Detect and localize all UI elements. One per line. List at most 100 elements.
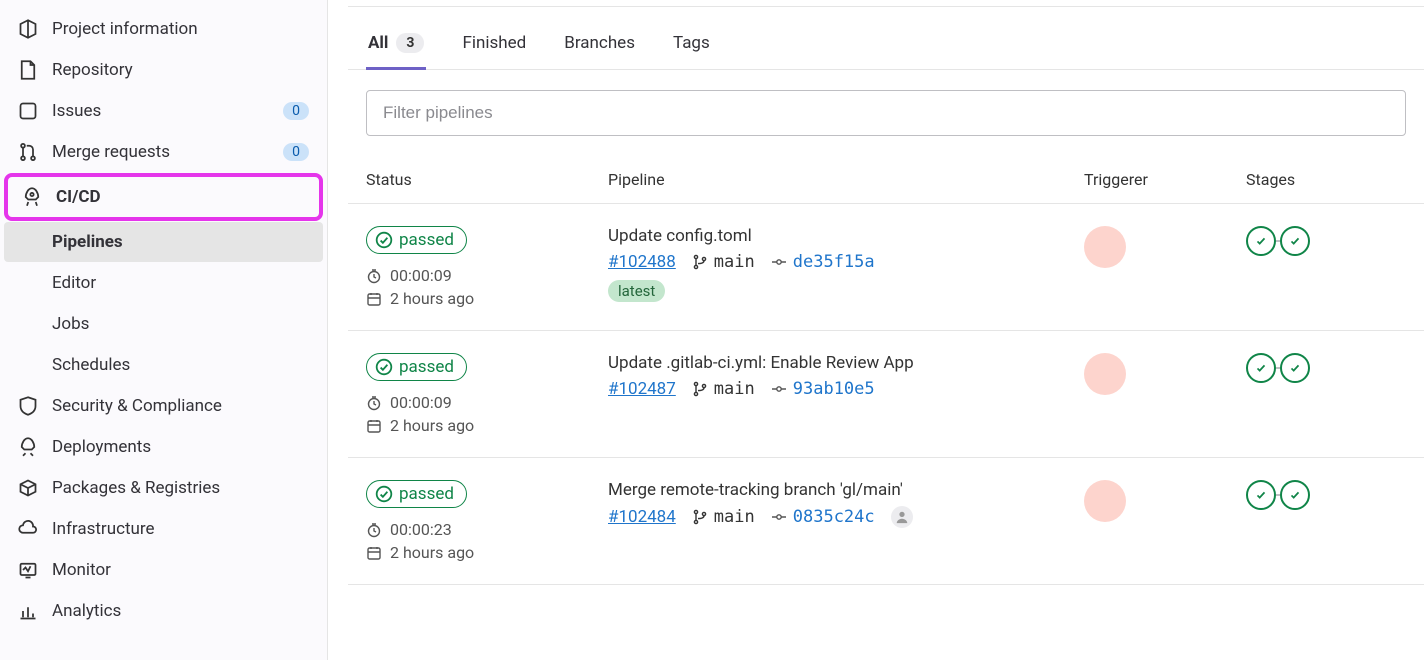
project-icon (18, 19, 38, 39)
calendar-icon (366, 291, 382, 307)
pipeline-row: passed 00:00:09 2 hours ago Update confi… (348, 204, 1424, 331)
tab-tags[interactable]: Tags (671, 19, 712, 70)
tab-label: All (368, 33, 388, 53)
status-passed-icon (375, 358, 393, 376)
pipeline-id-link[interactable]: #102488 (608, 252, 676, 272)
tab-label: Branches (564, 33, 635, 53)
duration: 00:00:09 (390, 393, 452, 412)
rocket-icon (22, 187, 42, 207)
pipeline-id-link[interactable]: #102487 (608, 379, 676, 399)
stage-2[interactable] (1280, 226, 1310, 256)
sidebar-item-label: Pipelines (52, 232, 309, 252)
issues-count-badge: 0 (283, 102, 309, 120)
sidebar-item-project-info[interactable]: Project information (4, 9, 323, 49)
branch-ref[interactable]: main (692, 379, 755, 399)
sidebar-sub-schedules[interactable]: Schedules (4, 345, 323, 385)
table-header: Status Pipeline Triggerer Stages (348, 156, 1424, 204)
status-badge[interactable]: passed (366, 353, 467, 381)
tab-label: Finished (462, 33, 526, 53)
branch-name: main (714, 507, 755, 527)
stage-1[interactable] (1246, 480, 1276, 510)
sidebar-item-merge-requests[interactable]: Merge requests 0 (4, 132, 323, 172)
main-content: All 3 Finished Branches Tags Status Pipe… (328, 0, 1424, 660)
deploy-icon (18, 437, 38, 457)
status-label: passed (399, 230, 454, 250)
filter-row (348, 70, 1424, 156)
sidebar-item-issues[interactable]: Issues 0 (4, 91, 323, 131)
sidebar-item-packages[interactable]: Packages & Registries (4, 468, 323, 508)
sidebar-sub-jobs[interactable]: Jobs (4, 304, 323, 344)
stage-2[interactable] (1280, 480, 1310, 510)
tab-all[interactable]: All 3 (366, 19, 426, 70)
status-badge[interactable]: passed (366, 226, 467, 254)
merge-request-icon (18, 142, 38, 162)
branch-icon (692, 254, 708, 270)
stage-1[interactable] (1246, 226, 1276, 256)
commit-sha: 93ab10e5 (793, 379, 875, 399)
pipeline-stages (1246, 226, 1406, 256)
commit-icon (771, 509, 787, 525)
time-ago: 2 hours ago (390, 416, 474, 435)
pipeline-id-link[interactable]: #102484 (608, 507, 676, 527)
calendar-icon (366, 418, 382, 434)
sidebar-item-label: Analytics (52, 601, 309, 621)
sidebar-item-label: Monitor (52, 560, 309, 580)
status-passed-icon (375, 485, 393, 503)
branch-ref[interactable]: main (692, 252, 755, 272)
issues-icon (18, 101, 38, 121)
status-badge[interactable]: passed (366, 480, 467, 508)
sidebar-item-deployments[interactable]: Deployments (4, 427, 323, 467)
sidebar-item-security[interactable]: Security & Compliance (4, 386, 323, 426)
time-ago: 2 hours ago (390, 543, 474, 562)
commit-link[interactable]: 93ab10e5 (771, 379, 875, 399)
pipeline-row: passed 00:00:23 2 hours ago Merge remote… (348, 458, 1424, 585)
stopwatch-icon (366, 268, 382, 284)
sidebar-item-monitor[interactable]: Monitor (4, 550, 323, 590)
commit-link[interactable]: de35f15a (771, 252, 875, 272)
stopwatch-icon (366, 395, 382, 411)
sidebar-item-label: Repository (52, 60, 309, 80)
branch-ref[interactable]: main (692, 507, 755, 527)
pipeline-row: passed 00:00:09 2 hours ago Update .gitl… (348, 331, 1424, 458)
commit-link[interactable]: 0835c24c (771, 507, 875, 527)
triggerer-avatar[interactable] (1084, 226, 1126, 268)
sidebar-sub-editor[interactable]: Editor (4, 263, 323, 303)
status-label: passed (399, 484, 454, 504)
sidebar: Project information Repository Issues 0 … (0, 0, 328, 660)
shield-icon (18, 396, 38, 416)
sidebar-sub-pipelines[interactable]: Pipelines (4, 222, 323, 262)
commit-author-avatar[interactable] (891, 506, 913, 528)
stage-2[interactable] (1280, 353, 1310, 383)
sidebar-item-cicd[interactable]: CI/CD (4, 173, 323, 221)
col-header-triggerer: Triggerer (1084, 170, 1246, 189)
branch-icon (692, 381, 708, 397)
triggerer-avatar[interactable] (1084, 480, 1126, 522)
filter-pipelines-input[interactable] (366, 90, 1406, 136)
pipeline-title: Update config.toml (608, 226, 1084, 246)
stage-1[interactable] (1246, 353, 1276, 383)
tab-branches[interactable]: Branches (562, 19, 637, 70)
sidebar-item-analytics[interactable]: Analytics (4, 591, 323, 631)
sidebar-item-label: Jobs (52, 314, 309, 334)
sidebar-item-label: Merge requests (52, 142, 283, 162)
col-header-pipeline: Pipeline (608, 170, 1084, 189)
pipeline-title: Merge remote-tracking branch 'gl/main' (608, 480, 1084, 500)
triggerer-avatar[interactable] (1084, 353, 1126, 395)
sidebar-item-label: Security & Compliance (52, 396, 309, 416)
tab-all-count: 3 (396, 33, 424, 53)
col-header-stages: Stages (1246, 170, 1406, 189)
latest-badge: latest (608, 280, 665, 302)
tab-finished[interactable]: Finished (460, 19, 528, 70)
pipeline-title: Update .gitlab-ci.yml: Enable Review App (608, 353, 1084, 373)
calendar-icon (366, 545, 382, 561)
status-label: passed (399, 357, 454, 377)
file-icon (18, 60, 38, 80)
commit-icon (771, 381, 787, 397)
sidebar-item-infrastructure[interactable]: Infrastructure (4, 509, 323, 549)
package-icon (18, 478, 38, 498)
tab-label: Tags (673, 33, 710, 53)
pipeline-tabs: All 3 Finished Branches Tags (348, 6, 1424, 70)
mr-count-badge: 0 (283, 143, 309, 161)
duration: 00:00:09 (390, 266, 452, 285)
sidebar-item-repository[interactable]: Repository (4, 50, 323, 90)
